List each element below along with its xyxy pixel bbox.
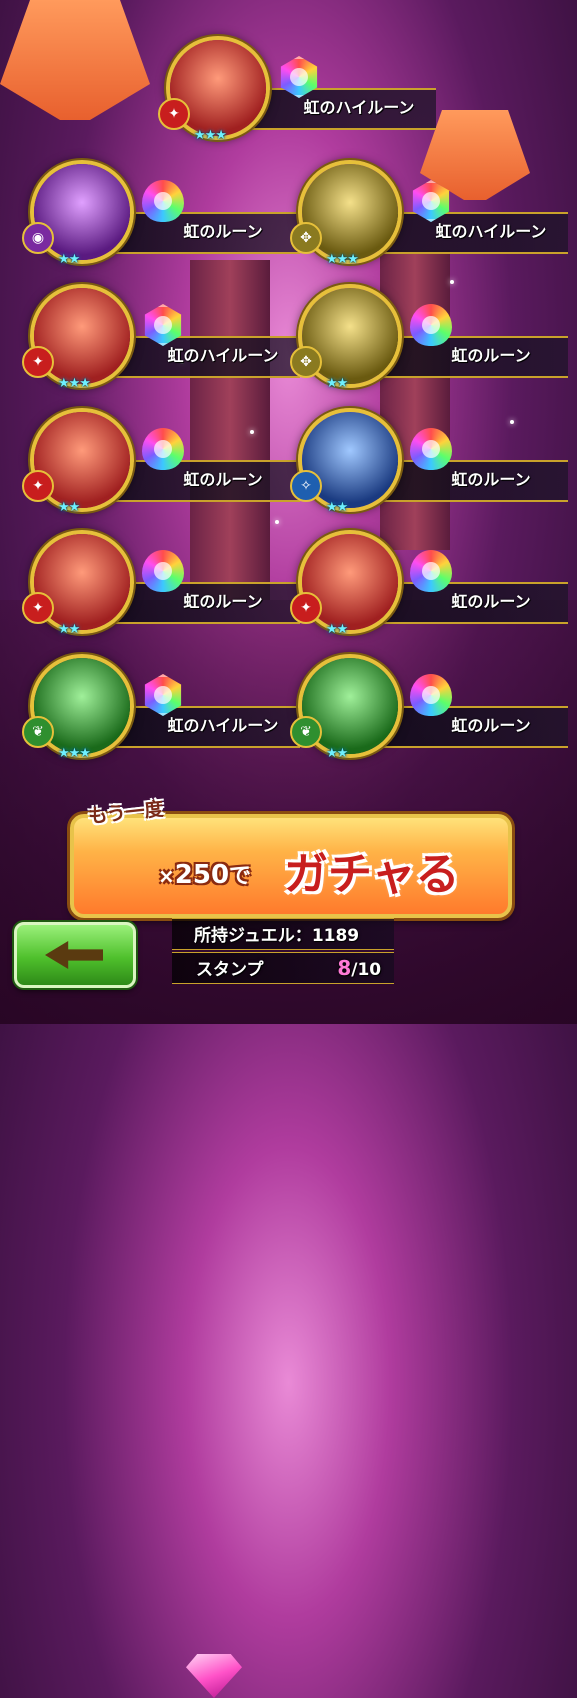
- rarity-stars: ★★: [58, 252, 80, 267]
- fire-element-icon: ✦: [22, 470, 54, 502]
- result-card[interactable]: ✦ ★★★ 虹のハイルーン: [158, 36, 436, 146]
- result-name: 虹のハイルーン: [435, 222, 547, 241]
- wind-element-icon: ✧: [290, 470, 322, 502]
- result-card[interactable]: ✥ ★★★ 虹のハイルーン: [290, 160, 568, 270]
- result-card[interactable]: ◉ ★★ 虹のルーン: [22, 160, 300, 270]
- rarity-stars: ★★★: [58, 376, 91, 391]
- result-name: 虹のハイルーン: [167, 346, 279, 365]
- earth-element-icon: ✥: [290, 346, 322, 378]
- rarity-stars: ★★★: [58, 746, 91, 761]
- result-card[interactable]: ✧ ★★ 虹のルーン: [290, 408, 568, 518]
- rarity-stars: ★★: [326, 622, 348, 637]
- stamp-label: スタンプ: [196, 960, 264, 980]
- rainbow-rune-icon: [410, 304, 452, 346]
- rainbow-rune-icon: [142, 180, 184, 222]
- result-card[interactable]: ✦ ★★ 虹のルーン: [22, 530, 300, 640]
- fire-element-icon: ✦: [22, 346, 54, 378]
- result-name: 虹のハイルーン: [303, 98, 415, 117]
- fire-element-icon: ✦: [158, 98, 190, 130]
- sparkle: [275, 520, 279, 524]
- rainbow-rune-icon: [410, 674, 452, 716]
- jewel-value: 1189: [311, 926, 360, 946]
- jewel-label: 所持ジュエル：: [194, 926, 312, 946]
- cost-value: 250: [174, 860, 230, 890]
- rarity-stars: ★★: [58, 622, 80, 637]
- rarity-stars: ★★: [58, 500, 80, 515]
- times-sign: ×: [158, 864, 175, 888]
- dark-element-icon: ◉: [22, 222, 54, 254]
- earth-element-icon: ✥: [290, 222, 322, 254]
- result-card[interactable]: ✦ ★★★ 虹のハイルーン: [22, 284, 300, 394]
- left-arrow-icon: [45, 941, 103, 969]
- retry-action-label: ガチャる: [284, 849, 460, 900]
- stamp-total: /10: [351, 960, 382, 980]
- back-button[interactable]: [14, 922, 136, 988]
- result-name: 虹のハイルーン: [167, 716, 279, 735]
- result-card[interactable]: ❦ ★★ 虹のルーン: [290, 654, 568, 764]
- rarity-stars: ★★: [326, 376, 348, 391]
- result-card[interactable]: ❦ ★★★ 虹のハイルーン: [22, 654, 300, 764]
- rarity-stars: ★★★: [326, 252, 359, 267]
- wood-element-icon: ❦: [22, 716, 54, 748]
- result-card[interactable]: ✥ ★★ 虹のルーン: [290, 284, 568, 394]
- retry-cost: ×250で: [158, 858, 251, 890]
- stamp-count: 8: [337, 956, 352, 980]
- result-name: 虹のルーン: [183, 592, 263, 611]
- lamp-decoration: [0, 0, 150, 120]
- result-name: 虹のルーン: [451, 592, 531, 611]
- rarity-stars: ★★★: [194, 128, 227, 143]
- rainbow-rune-icon: [410, 428, 452, 470]
- result-name: 虹のルーン: [451, 716, 531, 735]
- result-card[interactable]: ✦ ★★ 虹のルーン: [290, 530, 568, 640]
- stamp-row: スタンプ 8/10: [196, 955, 396, 983]
- rainbow-rune-icon: [410, 550, 452, 592]
- result-name: 虹のルーン: [451, 346, 531, 365]
- result-name: 虹のルーン: [451, 470, 531, 489]
- rainbow-rune-icon: [142, 428, 184, 470]
- rarity-stars: ★★: [326, 500, 348, 515]
- jewel-row: 所持ジュエル：1189: [194, 921, 394, 949]
- wood-element-icon: ❦: [290, 716, 322, 748]
- fire-element-icon: ✦: [290, 592, 322, 624]
- pink-jewel-icon: [186, 1654, 242, 1698]
- rarity-stars: ★★: [326, 746, 348, 761]
- result-card[interactable]: ✦ ★★ 虹のルーン: [22, 408, 300, 518]
- cost-particle: で: [229, 864, 252, 889]
- result-name: 虹のルーン: [183, 222, 263, 241]
- fire-element-icon: ✦: [22, 592, 54, 624]
- result-name: 虹のルーン: [183, 470, 263, 489]
- rainbow-rune-icon: [142, 550, 184, 592]
